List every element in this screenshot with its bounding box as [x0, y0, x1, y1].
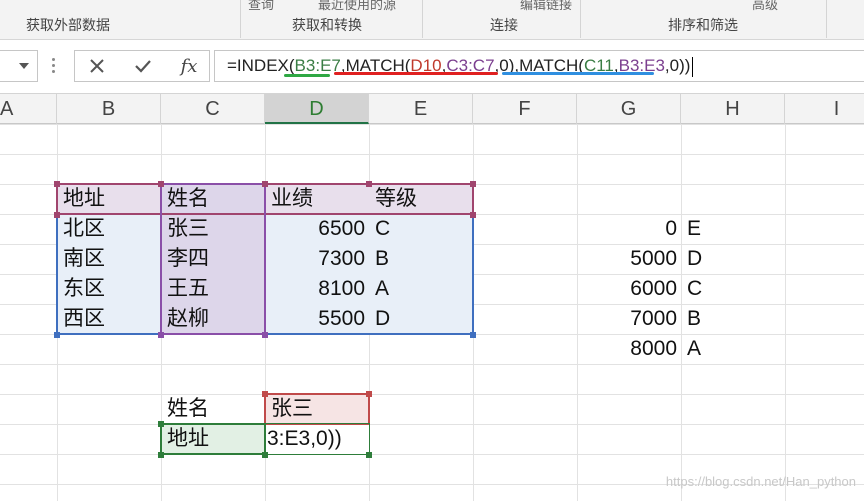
- column-header-e[interactable]: E: [369, 94, 473, 124]
- gridline: [0, 154, 864, 155]
- formula-bar: fx =INDEX(B3:E7,MATCH(D10,C3:C7,0),MATCH…: [0, 40, 864, 94]
- table-cell[interactable]: A: [369, 274, 473, 304]
- watermark: https://blog.csdn.net/Han_python: [665, 474, 856, 489]
- cancel-button[interactable]: [75, 51, 119, 81]
- gridline: [0, 124, 864, 125]
- worksheet-grid[interactable]: 地址 姓名 业绩 等级 北区 张三 6500 C 南区 李四 7300 B 东区…: [0, 124, 864, 501]
- insert-function-button[interactable]: fx: [167, 51, 211, 81]
- table-cell[interactable]: B: [369, 244, 473, 274]
- drag-handle-icon[interactable]: [52, 58, 56, 74]
- table-cell[interactable]: 6500: [265, 214, 369, 244]
- table-cell[interactable]: 王五: [161, 274, 265, 304]
- group-sort-filter: 排序和筛选: [668, 18, 738, 34]
- formula-input[interactable]: =INDEX(B3:E7,MATCH(D10,C3:C7,0),MATCH(C1…: [214, 50, 864, 82]
- table-header-cell[interactable]: 业绩: [265, 184, 369, 214]
- group-separator: [240, 0, 241, 38]
- lookup-threshold-cell[interactable]: 0: [577, 214, 681, 244]
- lookup-threshold-cell[interactable]: 6000: [577, 274, 681, 304]
- table-cell[interactable]: 5500: [265, 304, 369, 334]
- column-header-h[interactable]: H: [681, 94, 785, 124]
- lookup-grade-cell[interactable]: E: [681, 214, 785, 244]
- formula-buttons: fx: [74, 50, 210, 82]
- column-header-f[interactable]: F: [473, 94, 577, 124]
- ribbon-edit-links-button[interactable]: 编辑链接: [520, 0, 572, 13]
- column-header-b[interactable]: B: [57, 94, 161, 124]
- table-cell[interactable]: 东区: [57, 274, 161, 304]
- column-headers: A B C D E F G H I: [0, 94, 864, 124]
- table-cell[interactable]: C: [369, 214, 473, 244]
- lookup-threshold-cell[interactable]: 7000: [577, 304, 681, 334]
- query-name-label[interactable]: 姓名: [161, 394, 265, 424]
- table-cell[interactable]: 西区: [57, 304, 161, 334]
- gridline: [785, 124, 786, 501]
- table-header-cell[interactable]: 姓名: [161, 184, 265, 214]
- check-icon: [135, 60, 151, 73]
- column-header-d[interactable]: D: [265, 94, 369, 124]
- query-address-editing-cell[interactable]: 3:E3,0)): [265, 424, 369, 454]
- table-header-cell[interactable]: 等级: [369, 184, 473, 214]
- query-address-label[interactable]: 地址: [161, 424, 265, 454]
- gridline: [0, 394, 864, 395]
- lookup-grade-cell[interactable]: D: [681, 244, 785, 274]
- table-cell[interactable]: 北区: [57, 214, 161, 244]
- text-caret: [692, 56, 694, 77]
- lookup-grade-cell[interactable]: B: [681, 304, 785, 334]
- formula-text: ,0)): [664, 56, 691, 75]
- table-cell[interactable]: 7300: [265, 244, 369, 274]
- query-name-value[interactable]: 张三: [265, 394, 369, 424]
- formula-text: =INDEX(: [227, 56, 295, 75]
- column-header-i[interactable]: I: [785, 94, 864, 124]
- enter-button[interactable]: [121, 51, 165, 81]
- fx-icon: fx: [180, 55, 198, 77]
- group-connections: 连接: [490, 18, 518, 34]
- group-separator: [580, 0, 581, 38]
- table-cell[interactable]: 8100: [265, 274, 369, 304]
- table-cell[interactable]: 赵柳: [161, 304, 265, 334]
- gridline: [0, 364, 864, 365]
- column-header-g[interactable]: G: [577, 94, 681, 124]
- table-header-cell[interactable]: 地址: [57, 184, 161, 214]
- table-cell[interactable]: D: [369, 304, 473, 334]
- chevron-down-icon[interactable]: [19, 63, 29, 69]
- lookup-threshold-cell[interactable]: 5000: [577, 244, 681, 274]
- annotation-underline-green: [284, 74, 330, 77]
- table-cell[interactable]: 南区: [57, 244, 161, 274]
- annotation-underline-red: [334, 72, 498, 75]
- ribbon-query-button[interactable]: 查询: [248, 0, 274, 13]
- ribbon-advanced-button[interactable]: 高级: [752, 0, 778, 13]
- ribbon-recent-sources-button[interactable]: 最近使用的源: [318, 0, 396, 13]
- group-get-transform: 获取和转换: [292, 18, 362, 34]
- lookup-grade-cell[interactable]: C: [681, 274, 785, 304]
- group-get-external-data: 获取外部数据: [26, 18, 110, 34]
- ribbon: 查询 最近使用的源 编辑链接 高级 获取外部数据 获取和转换 连接 排序和筛选: [0, 0, 864, 40]
- column-header-a[interactable]: A: [0, 94, 57, 124]
- name-box[interactable]: [0, 50, 38, 82]
- close-icon: [90, 59, 104, 73]
- annotation-underline-blue: [502, 72, 654, 75]
- gridline: [0, 424, 864, 425]
- lookup-threshold-cell[interactable]: 8000: [577, 334, 681, 364]
- lookup-grade-cell[interactable]: A: [681, 334, 785, 364]
- table-cell[interactable]: 张三: [161, 214, 265, 244]
- gridline: [0, 454, 864, 455]
- group-separator: [826, 0, 827, 38]
- column-header-c[interactable]: C: [161, 94, 265, 124]
- table-cell[interactable]: 李四: [161, 244, 265, 274]
- group-separator: [422, 0, 423, 38]
